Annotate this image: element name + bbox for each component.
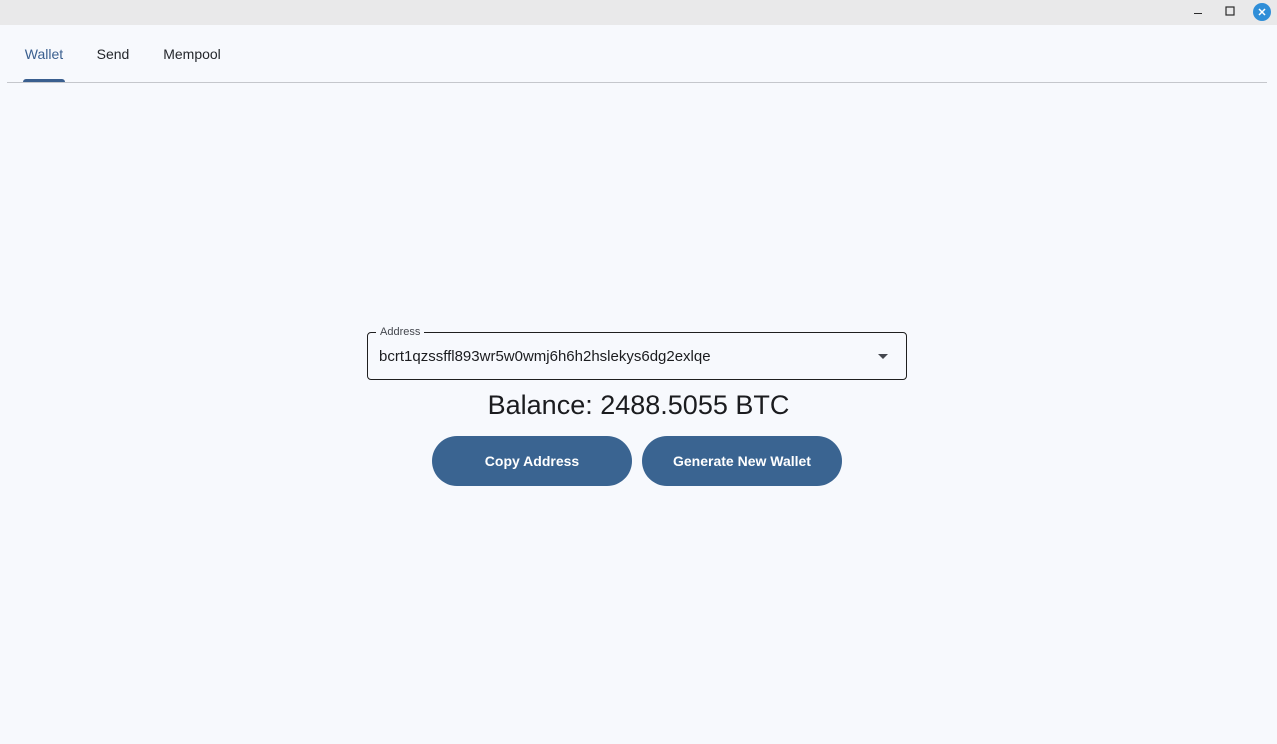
- close-icon: [1253, 3, 1271, 21]
- tab-mempool[interactable]: Mempool: [160, 25, 224, 82]
- tab-bar: Wallet Send Mempool: [7, 25, 1267, 83]
- address-value: bcrt1qzssffl893wr5w0wmj6h6h2hslekys6dg2e…: [379, 348, 711, 365]
- balance-text: Balance: 2488.5055 BTC: [487, 390, 790, 420]
- maximize-icon: [1225, 6, 1235, 16]
- tab-send[interactable]: Send: [96, 25, 130, 82]
- minimize-button[interactable]: [1187, 0, 1209, 22]
- address-label: Address: [376, 325, 425, 339]
- close-button[interactable]: [1251, 1, 1273, 23]
- address-dropdown[interactable]: Address bcrt1qzssffl893wr5w0wmj6h6h2hsle…: [367, 325, 907, 380]
- maximize-button[interactable]: [1219, 0, 1241, 22]
- active-tab-indicator: [23, 79, 65, 82]
- dropdown-arrow-icon[interactable]: [878, 354, 888, 359]
- minimize-icon: [1194, 13, 1202, 14]
- generate-new-wallet-button[interactable]: Generate New Wallet: [642, 436, 842, 486]
- copy-address-button[interactable]: Copy Address: [432, 436, 632, 486]
- tab-wallet[interactable]: Wallet: [23, 25, 65, 82]
- window-titlebar: [0, 0, 1277, 25]
